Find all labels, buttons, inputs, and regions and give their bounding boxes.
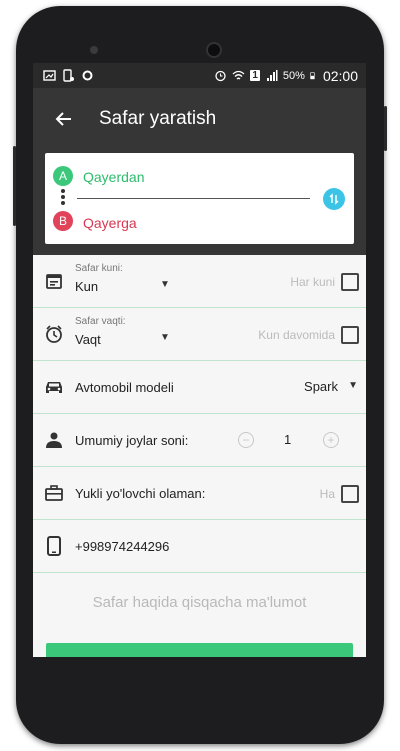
volume-button (13, 146, 16, 226)
time-value[interactable]: Vaqt (75, 332, 101, 347)
description-field[interactable]: Safar haqida qisqacha ma'lumot (33, 573, 366, 631)
minus-icon[interactable]: − (238, 432, 254, 448)
daily-checkbox[interactable] (341, 273, 359, 291)
dropdown-caret-icon[interactable]: ▼ (348, 380, 358, 391)
date-label: Safar kuni: (75, 263, 123, 274)
destination-field[interactable]: Qayerga (83, 215, 137, 231)
route-card: A Qayerdan B Qayerga (45, 153, 354, 244)
swap-icon (329, 193, 339, 205)
dropdown-caret-icon[interactable]: ▼ (160, 332, 170, 343)
date-value[interactable]: Kun (75, 279, 98, 294)
cargo-row: Yukli yo'lovchi olaman: Ha (33, 467, 366, 520)
phone-icon (47, 536, 61, 556)
sim-indicator: 1 (250, 70, 260, 81)
cargo-label: Yukli yo'lovchi olaman: (75, 485, 206, 501)
battery-percent: 50% (282, 69, 305, 82)
cargo-checkbox[interactable] (341, 485, 359, 503)
daily-label: Har kuni (290, 275, 335, 289)
submit-button[interactable] (46, 643, 353, 657)
cargo-yes-label: Ha (319, 487, 335, 501)
car-row[interactable]: Avtomobil modeli Spark ▼ (33, 361, 366, 414)
back-arrow-icon (55, 112, 71, 126)
origin-badge: A (53, 166, 73, 186)
page-title: Safar yaratish (99, 108, 217, 129)
app-bar: Safar yaratish (33, 88, 366, 150)
time-row: Safar vaqti: Vaqt ▼ Kun davomida (33, 308, 366, 361)
swap-button[interactable] (323, 188, 345, 210)
plus-icon[interactable]: + (323, 432, 339, 448)
route-divider (77, 198, 310, 199)
power-button (384, 106, 387, 151)
wifi-icon (232, 70, 245, 80)
car-model-value[interactable]: Spark (304, 379, 338, 394)
seats-count: 1 (284, 432, 292, 447)
car-model-label: Avtomobil modeli (75, 379, 174, 395)
clock: 02:00 (322, 67, 358, 84)
dropdown-caret-icon[interactable]: ▼ (160, 279, 170, 290)
back-button[interactable] (33, 88, 93, 150)
alarm-icon (215, 70, 227, 82)
signal-icon (266, 70, 278, 81)
route-section: A Qayerdan B Qayerga (33, 150, 366, 255)
front-camera (206, 42, 222, 58)
screen: 1 50% 02:00 Safar yaratish A Qayerdan B … (33, 63, 366, 657)
front-sensor (90, 46, 98, 54)
all-day-checkbox[interactable] (341, 326, 359, 344)
phone-row[interactable]: +998974244296 (33, 520, 366, 573)
battery-icon (310, 72, 315, 80)
route-dots (61, 189, 65, 207)
settings-notification-icon (82, 70, 93, 81)
origin-field[interactable]: Qayerdan (83, 169, 144, 185)
status-bar: 1 50% 02:00 (33, 63, 366, 88)
clock-icon (46, 325, 62, 343)
person-icon (46, 432, 62, 448)
calendar-icon (46, 274, 62, 289)
device-notification-icon (63, 69, 74, 82)
seats-row: Umumiy joylar soni: − 1 + (33, 414, 366, 467)
seats-label: Umumiy joylar soni: (75, 432, 189, 448)
gallery-notification-icon (43, 70, 56, 81)
briefcase-icon (45, 485, 63, 501)
date-row: Safar kuni: Kun ▼ Har kuni (33, 255, 366, 308)
all-day-label: Kun davomida (258, 328, 335, 342)
time-label: Safar vaqti: (75, 316, 126, 327)
destination-badge: B (53, 211, 73, 231)
car-icon (46, 382, 62, 393)
phone-value[interactable]: +998974244296 (75, 539, 169, 554)
